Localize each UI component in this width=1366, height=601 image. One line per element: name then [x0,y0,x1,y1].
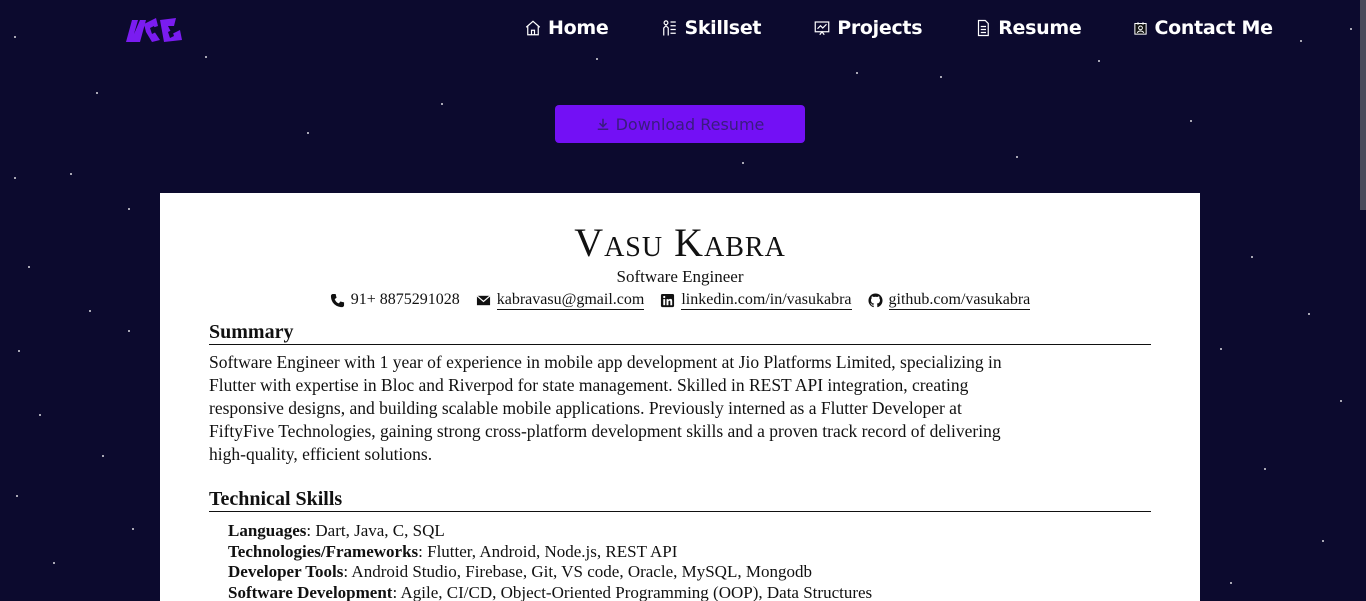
main-nav: Home Skillset Projects Resume Contact Me [524,16,1273,40]
skill-label: Developer Tools [228,562,344,581]
resume-subtitle: Software Engineer [616,267,744,286]
skill-row: Technologies/Frameworks: Flutter, Androi… [228,542,1128,563]
projects-icon [814,21,830,36]
contact-linkedin-link[interactable]: linkedin.com/in/vasukabra [681,290,852,310]
contact-icon [1134,21,1148,35]
contact-phone: 91+ 8875291028 [330,290,460,310]
contact-linkedin[interactable]: linkedin.com/in/vasukabra [660,290,852,310]
skill-value: : Android Studio, Firebase, Git, VS code… [343,562,812,581]
technical-skills-list: Languages: Dart, Java, C, SQL Technologi… [228,521,1128,601]
resume-name: Vasu Kabra [574,220,786,265]
github-icon [867,292,883,307]
skill-row: Developer Tools: Android Studio, Firebas… [228,562,1128,583]
resume-icon [978,19,990,37]
nav-resume[interactable]: Resume [974,16,1082,40]
nav-projects[interactable]: Projects [813,16,923,40]
linkedin-icon [661,293,675,307]
summary-text: Software Engineer with 1 year of experie… [209,351,1129,466]
summary-line: high-quality, efficient solutions. [209,444,433,464]
summary-line: Flutter with expertise in Bloc and River… [209,375,969,395]
home-icon [525,20,541,36]
summary-heading: Summary [209,321,1151,345]
site-logo[interactable] [124,14,186,46]
contact-github-link[interactable]: github.com/vasukabra [888,290,1031,310]
summary-line: FiftyFive Technologies, gaining strong c… [209,421,1001,441]
contact-email-link[interactable]: kabravasu@gmail.com [496,290,645,310]
nav-projects-label: Projects [837,17,923,39]
download-resume-label: Download Resume [615,114,765,134]
download-icon [597,118,608,131]
phone-icon [330,293,344,307]
nav-resume-label: Resume [998,17,1082,39]
contact-phone-text: 91+ 8875291028 [350,291,460,308]
nav-skillset-label: Skillset [684,17,762,39]
skill-value: : Dart, Java, C, SQL [306,521,445,540]
summary-line: Software Engineer with 1 year of experie… [209,352,1002,372]
download-resume-button[interactable]: Download Resume [555,105,805,143]
skill-label: Technologies/Frameworks [228,541,419,561]
skillset-icon [663,20,677,36]
skill-label: Languages [228,521,307,540]
contact-email[interactable]: kabravasu@gmail.com [476,290,645,310]
contact-row: 91+ 8875291028 kabravasu@gmail.com linke… [160,290,1200,310]
skill-row: Languages: Dart, Java, C, SQL [228,521,1128,542]
nav-home[interactable]: Home [524,16,609,40]
email-icon [476,294,491,305]
skill-value: : Agile, CI/CD, Object-Oriented Programm… [392,582,873,601]
skill-value: : Flutter, Android, Node.js, REST API [418,541,678,561]
contact-github[interactable]: github.com/vasukabra [867,290,1031,310]
summary-line: responsive designs, and building scalabl… [209,398,962,418]
resume-document: Vasu Kabra Software Engineer 91+ 8875291… [160,193,1200,601]
technical-skills-heading: Technical Skills [209,488,1151,512]
nav-skillset[interactable]: Skillset [660,16,762,40]
skill-row: Software Development: Agile, CI/CD, Obje… [228,583,1128,601]
nav-home-label: Home [548,17,609,39]
skill-label: Software Development [228,582,393,601]
nav-contact[interactable]: Contact Me [1133,16,1273,40]
navbar: Home Skillset Projects Resume Contact Me [0,0,1366,56]
nav-contact-label: Contact Me [1154,17,1273,39]
